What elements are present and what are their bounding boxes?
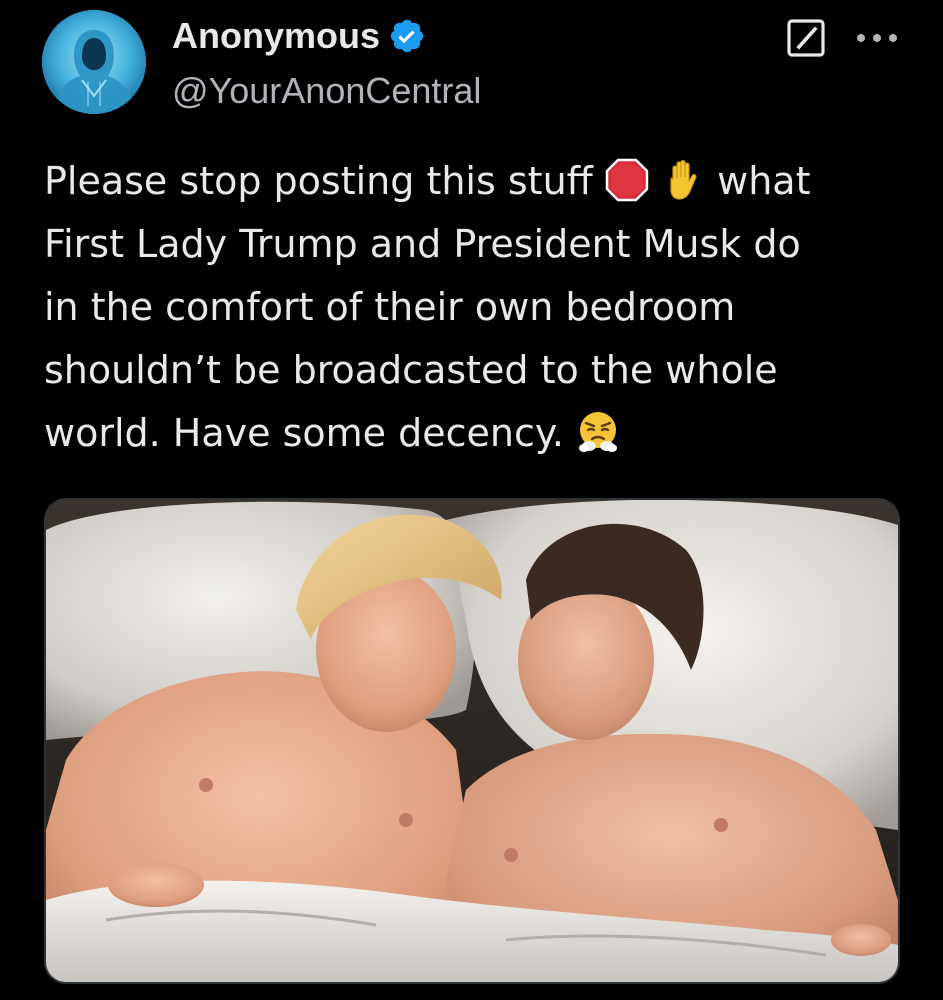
avatar[interactable] — [42, 10, 146, 114]
tweet-card[interactable]: Anonymous @YourAnonCentral Please stop p… — [0, 0, 943, 1000]
tweet-text-line: Please stop posting this stuff what — [44, 150, 914, 213]
display-name[interactable]: Anonymous — [172, 15, 380, 57]
grok-slash-icon[interactable] — [786, 18, 826, 58]
tweet-text: Please stop posting this stuff what Firs… — [44, 150, 914, 465]
tweet-text-line: shouldn’t be broadcasted to the whole — [44, 348, 778, 392]
tweet-text-segment: world. Have some decency. — [44, 411, 565, 455]
tweet-text-line: world. Have some decency. — [44, 402, 914, 465]
handle[interactable]: @YourAnonCentral — [172, 70, 481, 112]
author-names: Anonymous @YourAnonCentral — [172, 12, 481, 112]
bed-photo-image — [46, 500, 898, 982]
tweet-text-line: in the comfort of their own bedroom — [44, 285, 736, 329]
tweet-text-segment: Please stop posting this stuff — [44, 159, 593, 203]
tweet-text-segment: what — [717, 159, 811, 203]
raised-hand-emoji-icon — [661, 158, 705, 202]
verified-badge-icon — [388, 17, 426, 55]
hooded-figure-icon — [42, 10, 146, 114]
tweet-text-line: First Lady Trump and President Musk do — [44, 222, 801, 266]
display-name-row: Anonymous — [172, 12, 481, 60]
more-dots-icon[interactable] — [852, 20, 902, 56]
tweet-photo[interactable] — [44, 498, 900, 984]
steam-from-nose-emoji-icon — [576, 410, 620, 454]
stop-sign-emoji-icon — [605, 158, 649, 202]
